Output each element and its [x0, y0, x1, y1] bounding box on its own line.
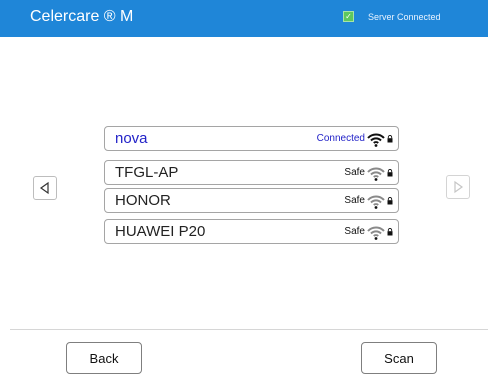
wifi-status: Safe: [344, 195, 365, 206]
wifi-item-huawei-p20[interactable]: HUAWEI P20 Safe: [104, 219, 399, 244]
lock-icon: [387, 227, 393, 235]
right-arrow-icon: [454, 180, 464, 194]
left-arrow-button[interactable]: [33, 176, 57, 200]
wifi-item-nova[interactable]: nova Connected: [104, 126, 399, 151]
wifi-item-tfgl-ap[interactable]: TFGL-AP Safe: [104, 160, 399, 185]
wifi-icon: [367, 195, 385, 209]
wifi-ssid: TFGL-AP: [115, 164, 179, 181]
wifi-item-honor[interactable]: HONOR Safe: [104, 188, 399, 213]
wifi-status: Connected: [316, 133, 365, 144]
server-status: ✓ Server Connected: [343, 11, 441, 22]
wifi-status: Safe: [344, 167, 365, 178]
lock-icon: [387, 196, 393, 204]
left-arrow-icon: [39, 181, 49, 195]
wifi-ssid: HONOR: [115, 192, 171, 209]
wifi-icon: [367, 167, 385, 181]
app-header: Celercare ® M ✓ Server Connected: [0, 0, 488, 37]
main-content: [0, 37, 488, 337]
wifi-ssid: nova: [115, 130, 148, 147]
footer-divider: [10, 329, 488, 330]
wifi-icon: [367, 133, 385, 147]
check-icon: ✓: [343, 11, 354, 22]
server-status-text: Server Connected: [368, 11, 441, 22]
back-button[interactable]: Back: [66, 342, 142, 374]
right-arrow-button[interactable]: [446, 175, 470, 199]
lock-icon: [387, 168, 393, 176]
wifi-icon: [367, 226, 385, 240]
wifi-status: Safe: [344, 226, 365, 237]
app-title: Celercare ® M: [30, 8, 134, 25]
lock-icon: [387, 134, 393, 142]
scan-button[interactable]: Scan: [361, 342, 437, 374]
wifi-ssid: HUAWEI P20: [115, 223, 206, 240]
